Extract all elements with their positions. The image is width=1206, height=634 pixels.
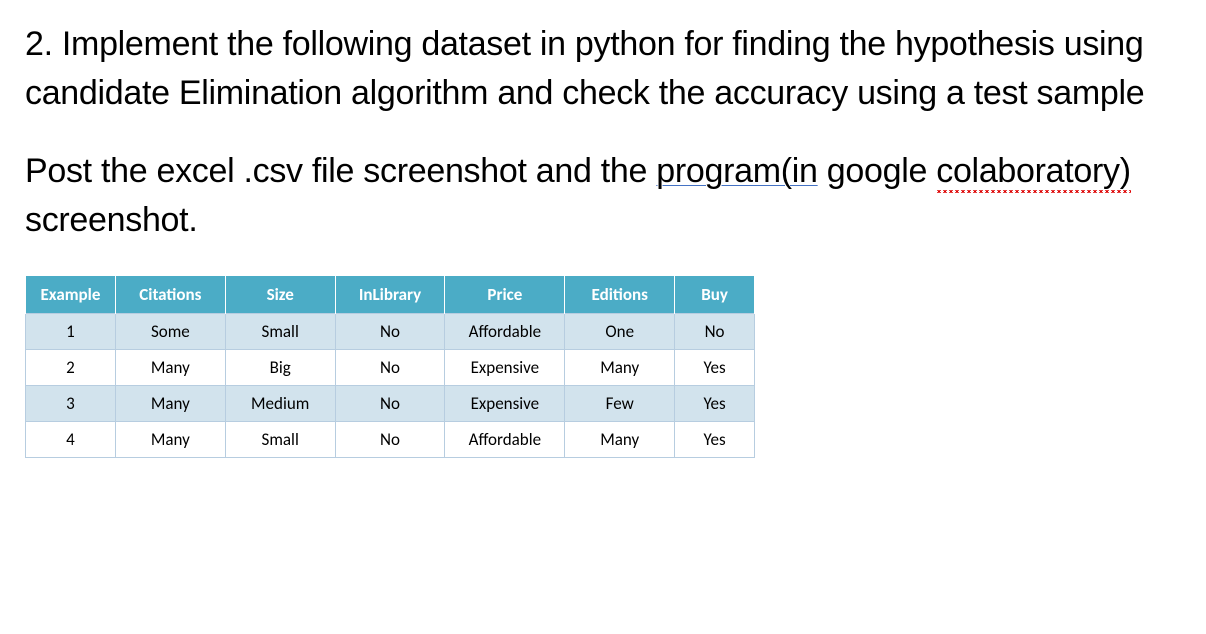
cell: Small <box>225 422 335 458</box>
cell: Many <box>565 422 675 458</box>
question-main-text: 2. Implement the following dataset in py… <box>25 20 1181 119</box>
cell: 4 <box>26 422 116 458</box>
cell: No <box>335 422 445 458</box>
cell: No <box>675 314 755 350</box>
cell: Many <box>115 386 225 422</box>
header-editions: Editions <box>565 276 675 314</box>
question-instruction: Post the excel .csv file screenshot and … <box>25 147 1181 246</box>
cell: Affordable <box>445 422 565 458</box>
cell: 2 <box>26 350 116 386</box>
cell: Many <box>115 350 225 386</box>
instruction-squiggle: colaboratory) <box>936 152 1131 193</box>
cell: No <box>335 314 445 350</box>
cell: Many <box>115 422 225 458</box>
table-header-row: Example Citations Size InLibrary Price E… <box>26 276 755 314</box>
table-row: 1 Some Small No Affordable One No <box>26 314 755 350</box>
header-price: Price <box>445 276 565 314</box>
cell: Yes <box>675 422 755 458</box>
cell: Few <box>565 386 675 422</box>
cell: Expensive <box>445 386 565 422</box>
cell: Affordable <box>445 314 565 350</box>
cell: No <box>335 386 445 422</box>
instruction-prefix: Post the excel .csv file screenshot and … <box>25 152 656 190</box>
cell: Expensive <box>445 350 565 386</box>
header-inlibrary: InLibrary <box>335 276 445 314</box>
header-example: Example <box>26 276 116 314</box>
cell: 1 <box>26 314 116 350</box>
cell: One <box>565 314 675 350</box>
cell: Big <box>225 350 335 386</box>
cell: Medium <box>225 386 335 422</box>
instruction-suffix: screenshot. <box>25 201 197 239</box>
cell: Many <box>565 350 675 386</box>
dataset-table: Example Citations Size InLibrary Price E… <box>25 275 755 458</box>
header-buy: Buy <box>675 276 755 314</box>
header-size: Size <box>225 276 335 314</box>
cell: Some <box>115 314 225 350</box>
table-row: 3 Many Medium No Expensive Few Yes <box>26 386 755 422</box>
instruction-middle: google <box>818 152 937 190</box>
table-row: 2 Many Big No Expensive Many Yes <box>26 350 755 386</box>
cell: Yes <box>675 386 755 422</box>
cell: No <box>335 350 445 386</box>
cell: 3 <box>26 386 116 422</box>
header-citations: Citations <box>115 276 225 314</box>
instruction-underlined: program(in <box>656 152 817 190</box>
cell: Small <box>225 314 335 350</box>
cell: Yes <box>675 350 755 386</box>
table-row: 4 Many Small No Affordable Many Yes <box>26 422 755 458</box>
